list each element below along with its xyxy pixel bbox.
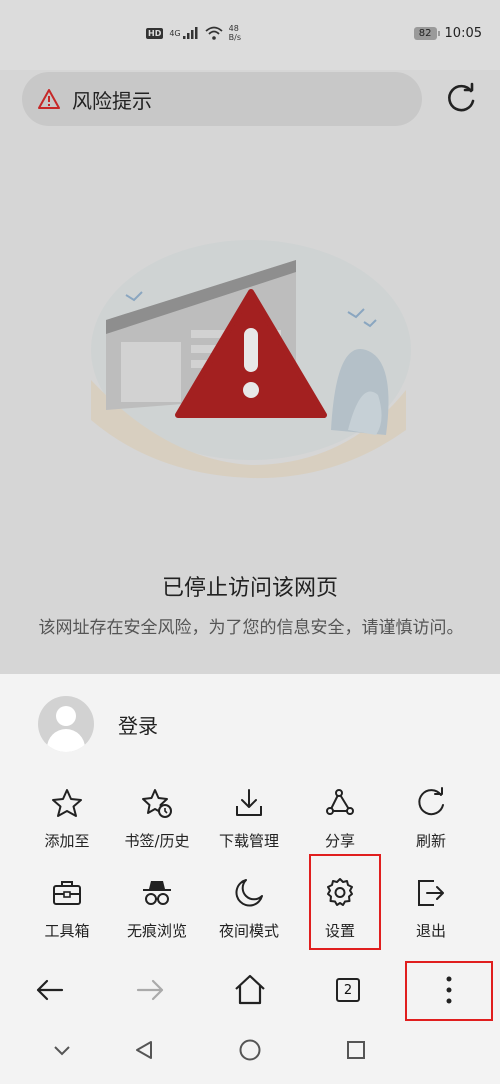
home-button[interactable] bbox=[222, 962, 278, 1018]
clock: 10:05 bbox=[444, 26, 482, 41]
tab-count: 2 bbox=[343, 982, 353, 998]
triangle-back-icon bbox=[136, 1041, 152, 1059]
menu-incognito[interactable]: 无痕浏览 bbox=[112, 870, 202, 950]
incognito-icon bbox=[143, 881, 171, 905]
exit-icon bbox=[418, 880, 444, 906]
browser-menu-sheet: 登录 添加至 书签/历史 下载管理 分享 刷新 工具箱 无痕浏览 夜间模式 设置… bbox=[0, 674, 500, 1084]
system-home-button[interactable] bbox=[230, 1030, 270, 1070]
menu-download-manager-label: 下载管理 bbox=[218, 832, 279, 850]
square-recents-icon bbox=[347, 1041, 365, 1059]
toolbox-icon bbox=[53, 881, 81, 905]
tab-count-box: 2 bbox=[336, 978, 360, 1002]
warning-triangle-icon bbox=[38, 89, 60, 109]
status-indicators: HD 4G 48 B/s bbox=[146, 24, 241, 42]
login-row[interactable]: 登录 bbox=[38, 696, 158, 752]
forward-button[interactable] bbox=[122, 962, 178, 1018]
menu-download-manager[interactable]: 下载管理 bbox=[204, 780, 294, 860]
tabs-button[interactable]: 2 bbox=[320, 962, 376, 1018]
menu-bookmarks-history-label: 书签/历史 bbox=[124, 832, 190, 850]
network-speed: 48 B/s bbox=[229, 24, 241, 42]
hd-badge: HD bbox=[146, 27, 164, 39]
wifi-icon bbox=[205, 26, 223, 40]
page-title: 已停止访问该网页 bbox=[161, 576, 338, 601]
signal-icon bbox=[182, 27, 198, 39]
system-back-button[interactable] bbox=[124, 1030, 164, 1070]
browser-nav-bar: 2 bbox=[0, 960, 500, 1020]
status-right: 82 10:05 bbox=[413, 26, 482, 41]
chevron-down-icon bbox=[54, 1046, 70, 1056]
menu-toolbox-label: 工具箱 bbox=[44, 922, 90, 940]
share-icon bbox=[326, 789, 354, 815]
bookmark-history-icon bbox=[142, 789, 172, 818]
system-hide-button[interactable] bbox=[42, 1030, 82, 1070]
menu-refresh-label: 刷新 bbox=[415, 832, 446, 850]
more-button[interactable] bbox=[421, 962, 477, 1018]
avatar-body bbox=[47, 729, 85, 752]
signal-label: 4G bbox=[169, 28, 181, 38]
more-vertical-icon bbox=[446, 976, 452, 1004]
status-bar: HD 4G 48 B/s 82 10:05 bbox=[0, 0, 500, 70]
menu-exit-label: 退出 bbox=[415, 922, 446, 940]
menu-share-label: 分享 bbox=[324, 832, 355, 850]
risk-address-bar[interactable]: 风险提示 bbox=[22, 72, 422, 126]
circle-home-icon bbox=[239, 1039, 261, 1061]
download-icon bbox=[236, 789, 262, 816]
speed-value: 48 bbox=[228, 24, 239, 33]
login-label[interactable]: 登录 bbox=[118, 710, 158, 739]
reload-button[interactable] bbox=[440, 78, 482, 120]
menu-refresh[interactable]: 刷新 bbox=[386, 780, 476, 860]
star-icon bbox=[52, 789, 82, 817]
menu-add-to[interactable]: 添加至 bbox=[22, 780, 112, 860]
menu-night-mode[interactable]: 夜间模式 bbox=[204, 870, 294, 950]
menu-bookmarks-history[interactable]: 书签/历史 bbox=[112, 780, 202, 860]
menu-exit[interactable]: 退出 bbox=[386, 870, 476, 950]
avatar[interactable] bbox=[38, 696, 94, 752]
refresh-icon bbox=[418, 787, 444, 816]
menu-toolbox[interactable]: 工具箱 bbox=[22, 870, 112, 950]
home-icon bbox=[235, 974, 265, 1005]
blocked-page-illustration bbox=[91, 240, 411, 479]
menu-incognito-label: 无痕浏览 bbox=[126, 922, 187, 940]
settings-highlight-box bbox=[309, 854, 381, 950]
system-nav-bar bbox=[0, 1030, 500, 1084]
risk-label: 风险提示 bbox=[72, 88, 152, 113]
menu-add-to-label: 添加至 bbox=[44, 832, 90, 850]
reload-icon bbox=[448, 82, 475, 112]
avatar-head bbox=[56, 706, 76, 726]
back-button[interactable] bbox=[22, 962, 78, 1018]
page-description: 该网址存在安全风险，为了您的信息安全，请谨慎访问。 bbox=[38, 618, 464, 638]
battery-indicator: 82 bbox=[413, 27, 440, 40]
arrow-left-icon bbox=[36, 979, 64, 1001]
menu-night-mode-label: 夜间模式 bbox=[218, 922, 279, 940]
system-recents-button[interactable] bbox=[336, 1030, 376, 1070]
speed-unit: B/s bbox=[228, 33, 241, 42]
arrow-right-icon bbox=[136, 979, 164, 1001]
moon-icon bbox=[235, 879, 263, 907]
menu-share[interactable]: 分享 bbox=[295, 780, 385, 860]
